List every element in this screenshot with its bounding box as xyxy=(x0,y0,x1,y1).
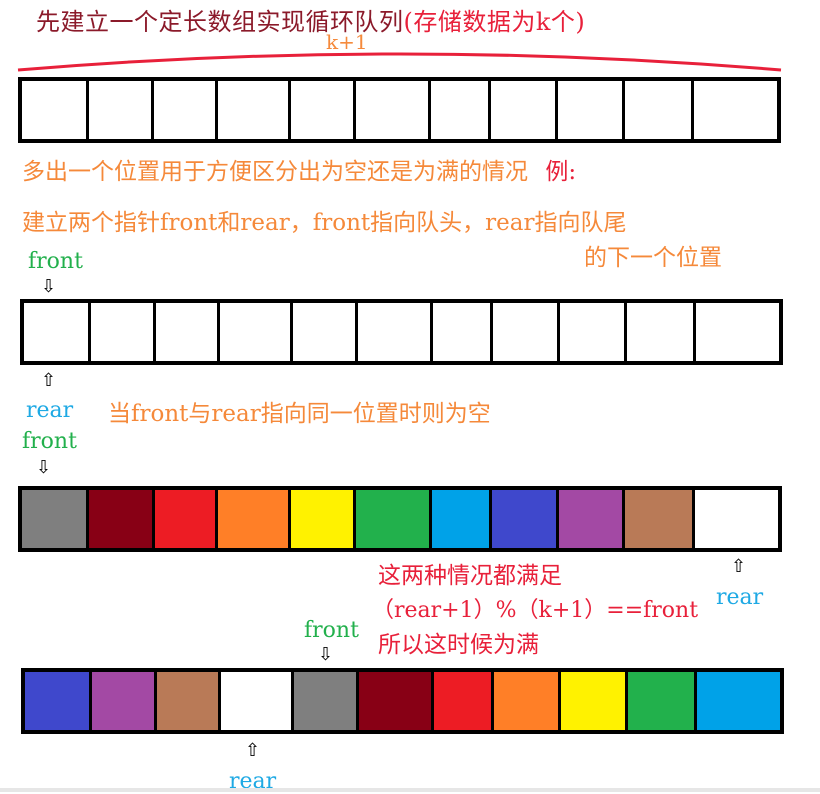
rear-label-empty: rear xyxy=(26,398,74,423)
note-full-formula: （rear+1）%（k+1）==front xyxy=(372,598,699,623)
queue-cell xyxy=(292,303,355,361)
queue-cell xyxy=(157,672,218,730)
queue-cell xyxy=(559,490,623,548)
queue-cell xyxy=(431,81,489,139)
queue-cell xyxy=(693,81,777,139)
queue-cell xyxy=(156,303,217,361)
queue-cell xyxy=(561,672,625,730)
note-empty-condition: 当front与rear指向同一位置时则为空 xyxy=(108,401,491,427)
note-extra-slot: 多出一个位置用于方便区分出为空还是为满的情况 例: xyxy=(22,152,576,186)
queue-cell xyxy=(22,490,87,548)
queue-cell xyxy=(91,303,154,361)
queue-cell xyxy=(696,672,780,730)
rear-label-full1: rear xyxy=(716,585,764,610)
front-label-full1: front xyxy=(22,429,77,454)
down-arrow-icon: ⇩ xyxy=(318,644,334,665)
note-example-label: 例: xyxy=(545,159,577,185)
queue-cell xyxy=(431,490,489,548)
capacity-array xyxy=(18,77,781,143)
up-arrow-icon: ⇧ xyxy=(41,370,57,391)
capacity-brace-curve xyxy=(17,52,782,72)
queue-cell xyxy=(560,303,624,361)
queue-cell xyxy=(355,81,429,139)
queue-cell xyxy=(24,303,89,361)
bottom-edge xyxy=(0,788,820,792)
note-pointers: 建立两个指针front和rear，front指向队头，rear指向队尾 xyxy=(22,210,627,236)
full-queue-array-1 xyxy=(18,486,782,552)
queue-cell xyxy=(217,81,288,139)
empty-queue-array xyxy=(20,299,783,365)
queue-cell xyxy=(290,81,353,139)
queue-cell xyxy=(358,672,432,730)
up-arrow-icon: ⇧ xyxy=(245,740,261,761)
queue-cell xyxy=(433,303,491,361)
queue-cell xyxy=(434,672,492,730)
full-queue-array-2 xyxy=(21,668,784,734)
queue-cell xyxy=(625,490,692,548)
queue-cell xyxy=(25,672,90,730)
queue-cell xyxy=(291,490,354,548)
up-arrow-icon: ⇧ xyxy=(731,556,747,577)
queue-cell xyxy=(293,672,356,730)
queue-cell xyxy=(695,303,779,361)
queue-cell xyxy=(217,490,289,548)
queue-cell xyxy=(491,81,556,139)
queue-cell xyxy=(491,490,557,548)
down-arrow-icon: ⇩ xyxy=(41,276,57,297)
queue-cell xyxy=(154,81,215,139)
queue-cell xyxy=(356,490,429,548)
queue-cell xyxy=(558,81,622,139)
queue-cell xyxy=(89,81,152,139)
queue-cell xyxy=(92,672,155,730)
queue-cell xyxy=(694,490,778,548)
note-pointers-cont: 的下一个位置 xyxy=(584,245,722,271)
down-arrow-icon: ⇩ xyxy=(36,457,52,478)
queue-cell xyxy=(22,81,87,139)
note-extra-slot-text: 多出一个位置用于方便区分出为空还是为满的情况 xyxy=(22,159,528,185)
queue-cell xyxy=(494,672,559,730)
front-label-empty: front xyxy=(28,249,83,274)
note-full-line1: 这两种情况都满足 xyxy=(378,563,562,589)
queue-cell xyxy=(154,490,215,548)
brace-curve-path xyxy=(17,52,782,72)
queue-cell xyxy=(626,303,693,361)
queue-cell xyxy=(493,303,558,361)
queue-cell xyxy=(89,490,152,548)
queue-cell xyxy=(219,303,290,361)
queue-cell xyxy=(627,672,694,730)
queue-cell xyxy=(220,672,291,730)
queue-cell xyxy=(357,303,431,361)
front-label-full2: front xyxy=(304,618,359,643)
queue-cell xyxy=(624,81,691,139)
note-full-line2: 所以这时候为满 xyxy=(378,632,539,658)
